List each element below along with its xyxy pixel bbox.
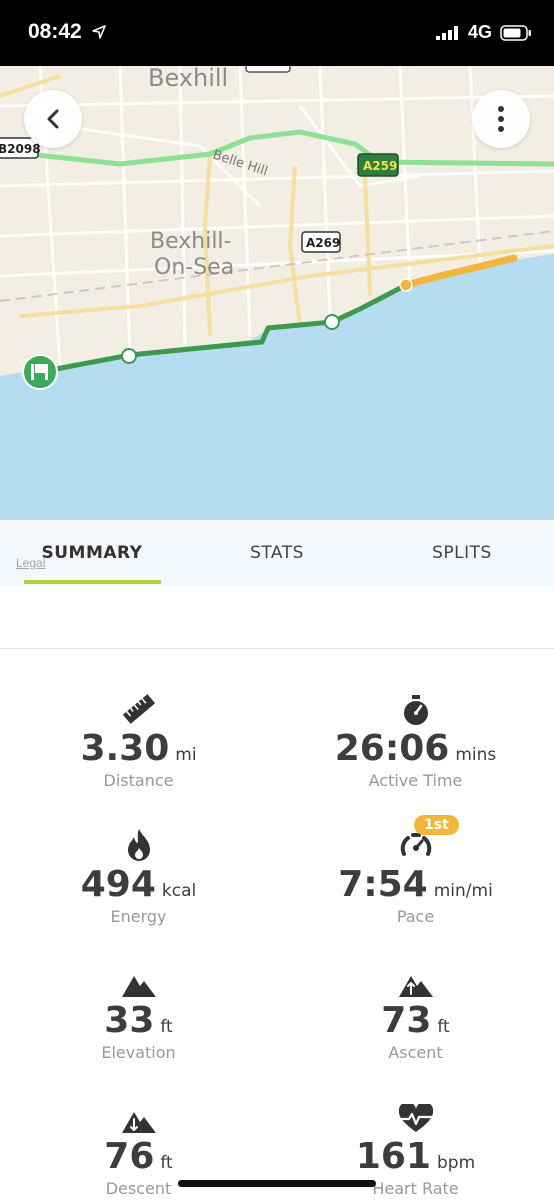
heart-rate-value: 161: [355, 1136, 431, 1177]
tab-stats-label: STATS: [250, 543, 304, 563]
signal-icon: [435, 25, 458, 40]
road-shield-a259: A259: [357, 153, 399, 177]
back-button[interactable]: [24, 90, 82, 148]
stat-elevation: 33 ft Elevation: [0, 964, 277, 1062]
more-options-button[interactable]: [472, 90, 530, 148]
distance-unit: mi: [175, 745, 197, 765]
active-time-unit: mins: [455, 745, 497, 765]
stat-ascent: 73 ft Ascent: [277, 964, 554, 1062]
tab-stats[interactable]: STATS: [184, 520, 370, 586]
network-label: 4G: [467, 22, 492, 42]
ascent-unit: ft: [437, 1017, 450, 1037]
svg-text:A269: A269: [306, 236, 340, 250]
heart-rate-icon: [398, 1104, 433, 1132]
route-end-marker: [399, 278, 413, 292]
pace-label: Pace: [396, 907, 435, 926]
active-tab-indicator: [24, 580, 161, 584]
more-vertical-icon: [498, 106, 504, 132]
elevation-unit: ft: [160, 1017, 173, 1037]
start-flag-icon: [22, 354, 58, 390]
ascent-value: 73: [381, 1000, 432, 1041]
stat-distance: 3.30 mi Distance: [0, 692, 277, 790]
active-time-label: Active Time: [368, 771, 463, 790]
stopwatch-icon: [403, 695, 428, 725]
battery-icon: [500, 24, 531, 41]
personal-record-badge: 1st: [414, 815, 459, 835]
ruler-icon: [122, 694, 155, 724]
mountain-icon: [121, 976, 156, 997]
distance-value: 3.30: [80, 728, 170, 769]
status-right: 4G: [435, 22, 532, 43]
heart-rate-unit: bpm: [437, 1153, 476, 1173]
split-marker: [324, 314, 340, 330]
place-label-bexhill-on-sea-2: On-Sea: [154, 255, 234, 280]
stat-energy: 494 kcal Energy: [0, 828, 277, 926]
status-bar: 08:42 4G: [0, 0, 554, 66]
place-label-bexhill: Bexhill: [148, 66, 228, 92]
descent-icon: [121, 1112, 156, 1133]
stat-pace: 7:54 min/mi Pace: [277, 828, 554, 926]
split-marker: [121, 348, 137, 364]
road-shield-a269: A269: [301, 231, 341, 253]
pace-value: 7:54: [338, 864, 428, 905]
elevation-value: 33: [104, 1000, 155, 1041]
svg-text:A259: A259: [363, 159, 397, 173]
chevron-left-icon: [47, 109, 59, 129]
ascent-label: Ascent: [388, 1043, 443, 1062]
ascent-icon: [398, 976, 433, 997]
energy-label: Energy: [110, 907, 167, 926]
location-arrow-icon: [91, 25, 106, 40]
descent-value: 76: [104, 1136, 155, 1177]
distance-label: Distance: [103, 771, 174, 790]
section-divider: [0, 648, 554, 649]
active-time-value: 26:06: [334, 728, 450, 769]
tab-bar: SUMMARY STATS SPLITS: [0, 520, 554, 586]
home-indicator[interactable]: [178, 1180, 376, 1187]
stat-active-time: 26:06 mins Active Time: [277, 692, 554, 790]
pace-unit: min/mi: [433, 881, 493, 901]
tab-summary[interactable]: SUMMARY: [0, 520, 184, 586]
tab-summary-label: SUMMARY: [41, 543, 143, 563]
energy-unit: kcal: [161, 881, 197, 901]
status-time: 08:42: [28, 20, 106, 44]
place-label-bexhill-on-sea-1: Bexhill-: [150, 229, 231, 254]
legal-link[interactable]: Legal: [16, 556, 45, 570]
route-map[interactable]: Bexhill Bexhill- On-Sea Belle Hill B2098…: [0, 66, 554, 520]
tab-splits-label: SPLITS: [432, 543, 492, 563]
svg-text:B2098: B2098: [0, 142, 41, 156]
elevation-label: Elevation: [101, 1043, 176, 1062]
energy-value: 494: [80, 864, 156, 905]
time-text: 08:42: [28, 20, 82, 43]
map-canvas[interactable]: Bexhill Bexhill- On-Sea Belle Hill B2098…: [0, 66, 554, 520]
tab-splits[interactable]: SPLITS: [370, 520, 554, 586]
flame-icon: [127, 829, 150, 861]
descent-unit: ft: [160, 1153, 173, 1173]
